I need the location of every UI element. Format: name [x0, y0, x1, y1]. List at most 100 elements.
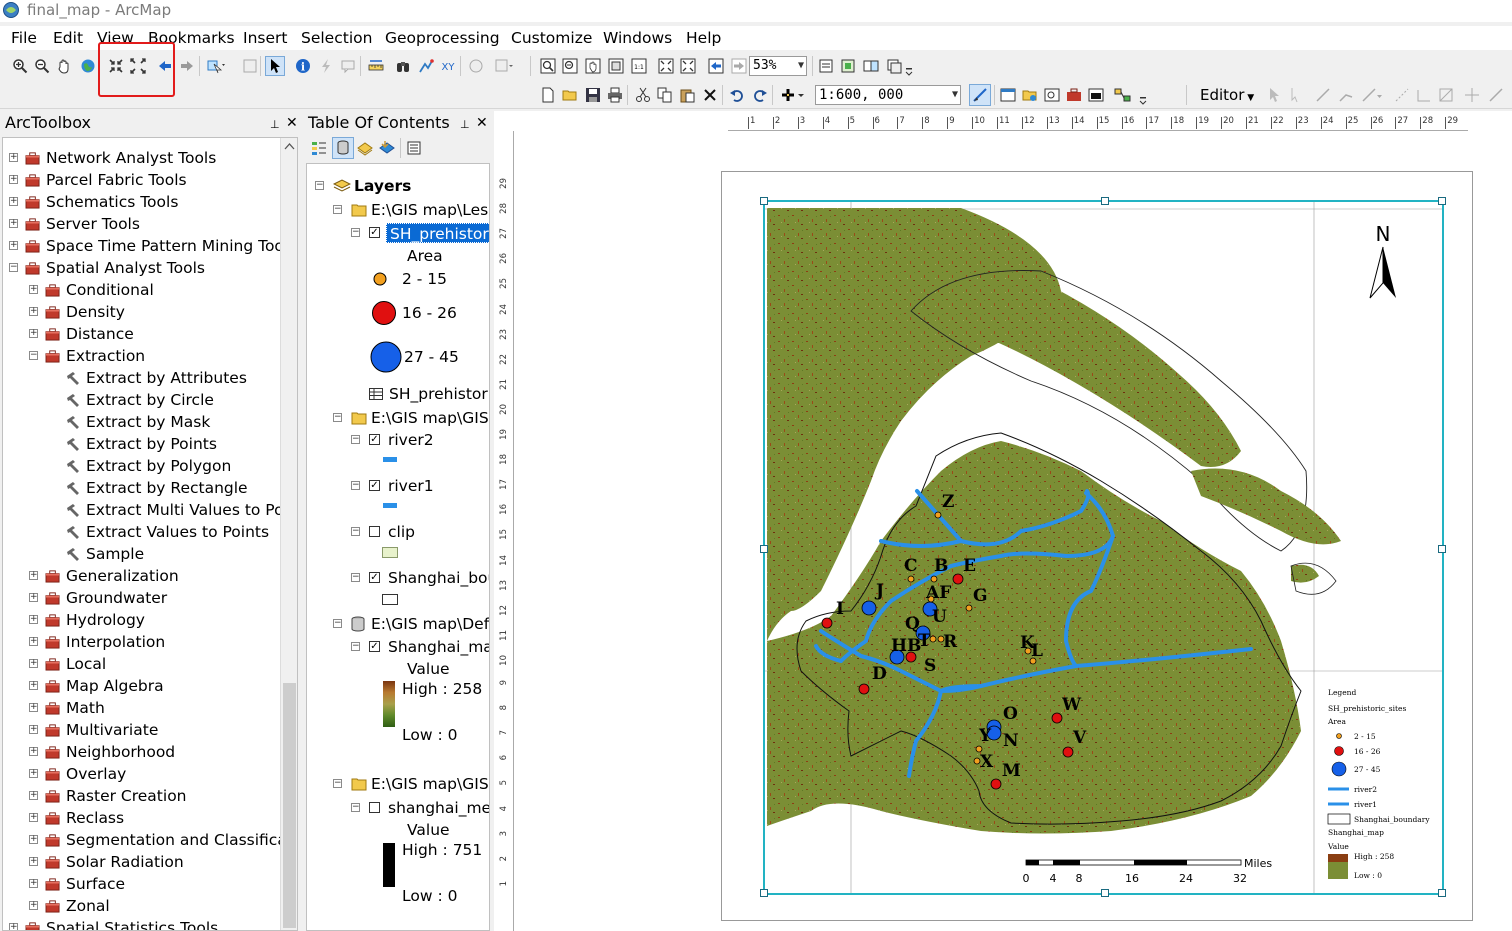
arctoolbox-scrollbar[interactable]	[280, 138, 297, 930]
find-binoculars-icon[interactable]	[393, 56, 413, 76]
layer-visibility-checkbox[interactable]: ✓	[369, 572, 380, 583]
identify-info-icon[interactable]: i	[293, 56, 313, 76]
layer-visibility-checkbox[interactable]: ✓	[369, 641, 380, 652]
layer-visibility-checkbox[interactable]: ✓	[369, 227, 380, 238]
layer-visibility-checkbox[interactable]	[369, 526, 380, 537]
expand-icon[interactable]: +	[29, 571, 38, 580]
layer-visibility-checkbox[interactable]: ✓	[369, 434, 380, 445]
menu-file[interactable]: File	[11, 28, 37, 48]
time-slider-icon[interactable]	[466, 56, 486, 76]
list-by-visibility-icon[interactable]	[355, 138, 375, 158]
resize-handle[interactable]	[760, 889, 768, 897]
layout-zoom-in-icon[interactable]	[538, 56, 558, 76]
expand-icon[interactable]: +	[29, 879, 38, 888]
editor-toolbar-toggle-icon[interactable]	[969, 84, 991, 106]
collapse-icon[interactable]: −	[351, 803, 360, 812]
collapse-icon[interactable]: −	[351, 228, 360, 237]
construction-tools-icon[interactable]	[1360, 85, 1384, 105]
list-by-selection-icon[interactable]	[377, 138, 397, 158]
edit-tool-icon[interactable]	[1264, 85, 1284, 105]
collapse-icon[interactable]: −	[315, 181, 324, 190]
menu-customize[interactable]: Customize	[511, 28, 592, 48]
expand-icon[interactable]: +	[29, 703, 38, 712]
pin-icon[interactable]: ⊥	[270, 114, 280, 136]
cut-polygons-icon[interactable]	[1436, 85, 1456, 105]
resize-handle[interactable]	[760, 197, 768, 205]
menu-edit[interactable]: Edit	[53, 28, 83, 48]
collapse-icon[interactable]: −	[351, 573, 360, 582]
change-layout-icon[interactable]	[861, 56, 881, 76]
expand-icon[interactable]: +	[29, 593, 38, 602]
measure-icon[interactable]	[366, 56, 386, 76]
toolbar-options-chevron-icon[interactable]	[1138, 87, 1148, 107]
list-by-source-icon[interactable]	[332, 137, 354, 159]
layout-pan-icon[interactable]	[583, 56, 603, 76]
expand-icon[interactable]: +	[29, 747, 38, 756]
hyperlink-lightning-icon[interactable]	[316, 56, 336, 76]
data-driven-pages-icon[interactable]	[884, 56, 904, 76]
python-window-icon[interactable]	[1086, 85, 1106, 105]
undo-icon[interactable]	[727, 85, 747, 105]
search-window-icon[interactable]	[1042, 85, 1062, 105]
split-tool-icon[interactable]	[1462, 85, 1482, 105]
select-elements-pointer-icon[interactable]	[265, 56, 285, 76]
toc-options-icon[interactable]	[404, 138, 424, 158]
clear-selection-icon[interactable]	[240, 56, 260, 76]
trace-icon[interactable]	[1336, 85, 1356, 105]
zoom-whole-page-icon[interactable]	[606, 56, 626, 76]
expand-icon[interactable]: +	[29, 769, 38, 778]
collapse-icon[interactable]: −	[351, 527, 360, 536]
collapse-icon[interactable]: −	[29, 351, 38, 360]
expand-icon[interactable]: +	[29, 681, 38, 690]
expand-icon[interactable]: +	[29, 285, 38, 294]
collapse-icon[interactable]: −	[351, 481, 360, 490]
viewer-window-icon[interactable]	[494, 56, 514, 76]
redo-icon[interactable]	[750, 85, 770, 105]
edit-annotation-icon[interactable]	[1287, 85, 1307, 105]
expand-icon[interactable]: +	[9, 219, 18, 228]
layout-fixed-zoom-out-icon[interactable]	[678, 56, 698, 76]
collapse-icon[interactable]: −	[351, 435, 360, 444]
menu-insert[interactable]: Insert	[243, 28, 287, 48]
menu-selection[interactable]: Selection	[301, 28, 372, 48]
expand-icon[interactable]: +	[9, 923, 18, 930]
expand-icon[interactable]: +	[9, 153, 18, 162]
layer-visibility-checkbox[interactable]: ✓	[369, 480, 380, 491]
menu-help[interactable]: Help	[686, 28, 721, 48]
collapse-icon[interactable]: −	[351, 642, 360, 651]
go-to-xy-icon[interactable]: XY	[438, 56, 458, 76]
forward-extent-arrow-icon[interactable]	[177, 56, 197, 76]
find-route-icon[interactable]	[416, 56, 436, 76]
select-features-icon[interactable]	[206, 56, 226, 76]
catalog-window-icon[interactable]	[1020, 85, 1040, 105]
focus-data-frame-icon[interactable]	[838, 56, 858, 76]
layer-visibility-checkbox[interactable]	[369, 802, 380, 813]
expand-icon[interactable]: +	[29, 813, 38, 822]
collapse-icon[interactable]: −	[333, 205, 342, 214]
expand-icon[interactable]: +	[29, 659, 38, 668]
close-icon[interactable]: ✕	[286, 112, 298, 134]
html-popup-icon[interactable]	[338, 56, 358, 76]
resize-handle[interactable]	[760, 545, 768, 553]
expand-icon[interactable]: +	[9, 241, 18, 250]
expand-icon[interactable]: +	[9, 175, 18, 184]
list-by-drawing-order-icon[interactable]	[309, 138, 329, 158]
toggle-draft-mode-icon[interactable]	[816, 56, 836, 76]
resize-handle[interactable]	[1438, 545, 1446, 553]
layout-forward-extent-icon[interactable]	[729, 56, 749, 76]
zoom-in-icon[interactable]	[10, 56, 30, 76]
layout-fixed-zoom-in-icon[interactable]	[656, 56, 676, 76]
collapse-icon[interactable]: −	[333, 619, 342, 628]
pin-icon[interactable]: ⊥	[460, 114, 470, 136]
collapse-icon[interactable]: −	[9, 263, 18, 272]
expand-icon[interactable]: +	[9, 197, 18, 206]
data-frame-selection[interactable]	[760, 197, 1446, 897]
layout-zoom-percent-combo[interactable]: 53% ▼	[749, 56, 807, 76]
resize-handle[interactable]	[1438, 889, 1446, 897]
expand-icon[interactable]: +	[29, 857, 38, 866]
toolbar-options-chevron-icon[interactable]	[904, 58, 914, 78]
copy-icon[interactable]	[655, 85, 675, 105]
table-of-contents-window-icon[interactable]	[998, 85, 1018, 105]
edit-vertices-icon[interactable]	[1392, 85, 1412, 105]
full-extent-globe-icon[interactable]	[78, 56, 98, 76]
